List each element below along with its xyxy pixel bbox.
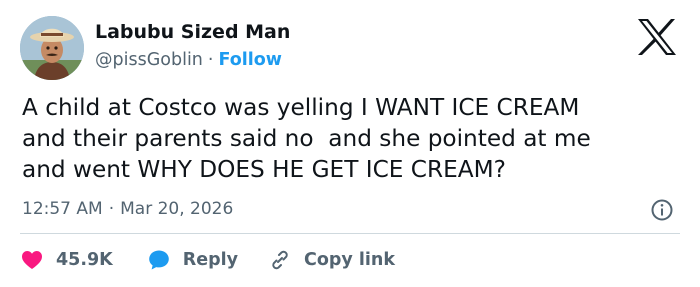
like-count: 45.9K <box>56 250 113 270</box>
reply-button[interactable]: Reply <box>147 248 238 272</box>
avatar-image <box>20 16 84 80</box>
tweet-time: 12:57 AM <box>22 199 103 219</box>
link-icon <box>272 250 288 270</box>
reply-label: Reply <box>182 250 239 270</box>
x-logo-icon[interactable] <box>636 18 678 56</box>
tweet-timestamp[interactable]: 12:57 AM · Mar 20, 2026 <box>22 198 233 220</box>
author-handle[interactable]: @pissGoblin <box>95 50 203 70</box>
separator-dot: · <box>207 50 214 70</box>
divider <box>20 233 680 234</box>
copy-link-button[interactable]: Copy link <box>268 248 395 272</box>
author-name[interactable]: Labubu Sized Man <box>95 20 290 44</box>
heart-icon <box>22 251 42 269</box>
tweet-text: A child at Costco was yelling I WANT ICE… <box>22 94 591 183</box>
speech-bubble-icon <box>148 250 169 270</box>
tweet-date: Mar 20, 2026 <box>120 199 234 219</box>
meta-separator: · <box>108 199 115 219</box>
follow-button[interactable]: Follow <box>218 50 281 70</box>
avatar[interactable] <box>20 16 84 80</box>
like-button[interactable]: 45.9K <box>20 248 113 272</box>
action-bar: 45.9K Reply Copy link <box>20 248 425 272</box>
author-meta: @pissGoblin · Follow <box>95 49 282 71</box>
copy-link-label: Copy link <box>304 250 396 270</box>
info-icon[interactable] <box>650 198 674 222</box>
